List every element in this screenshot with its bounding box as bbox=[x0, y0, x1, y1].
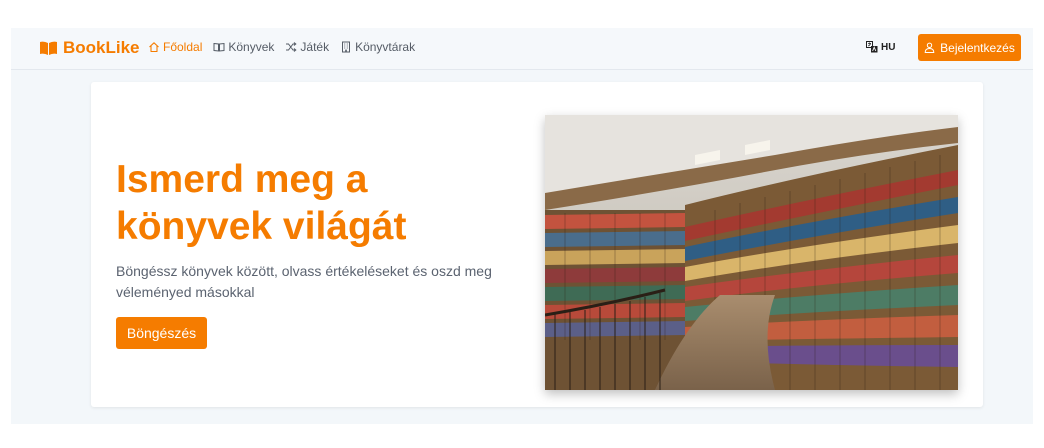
navbar: BookLike Főoldal Könyvek Játék Könyvtára… bbox=[11, 28, 1033, 70]
building-icon bbox=[342, 41, 351, 53]
hero-title-line1: Ismerd meg a bbox=[116, 158, 368, 201]
translate-icon bbox=[866, 41, 878, 53]
user-icon bbox=[924, 42, 935, 53]
shuffle-icon bbox=[286, 42, 297, 52]
hero-image bbox=[545, 115, 958, 390]
book-icon bbox=[40, 41, 57, 55]
nav-item-label: Könyvtárak bbox=[355, 40, 416, 54]
nav-item-books[interactable]: Könyvek bbox=[213, 40, 274, 54]
language-code: HU bbox=[881, 41, 896, 53]
hero-title: Ismerd meg a könyvek világát bbox=[116, 156, 496, 250]
app-frame: BookLike Főoldal Könyvek Játék Könyvtára… bbox=[11, 28, 1033, 424]
nav-item-label: Főoldal bbox=[163, 40, 203, 54]
brand-name: BookLike bbox=[63, 38, 140, 57]
nav-item-home[interactable]: Főoldal bbox=[148, 40, 202, 54]
hero-title-line2: könyvek világát bbox=[116, 205, 407, 248]
brand-logo[interactable]: BookLike bbox=[40, 38, 140, 58]
nav-item-libraries[interactable]: Könyvtárak bbox=[340, 40, 415, 54]
nav-item-label: Játék bbox=[300, 40, 330, 54]
language-switcher[interactable]: HU bbox=[866, 41, 895, 53]
browse-button[interactable]: Böngészés bbox=[116, 317, 207, 349]
hero-subtitle: Böngéssz könyvek között, olvass értékelé… bbox=[116, 263, 492, 300]
library-bookshelves-image bbox=[545, 115, 958, 390]
hero-card: Ismerd meg a könyvek világát Böngéssz kö… bbox=[91, 82, 983, 407]
book-open-icon bbox=[213, 42, 225, 52]
login-button[interactable]: Bejelentkezés bbox=[918, 34, 1021, 61]
nav-links: Főoldal Könyvek Játék Könyvtárak bbox=[148, 40, 415, 54]
nav-item-game[interactable]: Játék bbox=[285, 40, 329, 54]
nav-item-label: Könyvek bbox=[228, 40, 275, 54]
login-label: Bejelentkezés bbox=[940, 40, 1015, 55]
home-icon bbox=[149, 42, 159, 53]
